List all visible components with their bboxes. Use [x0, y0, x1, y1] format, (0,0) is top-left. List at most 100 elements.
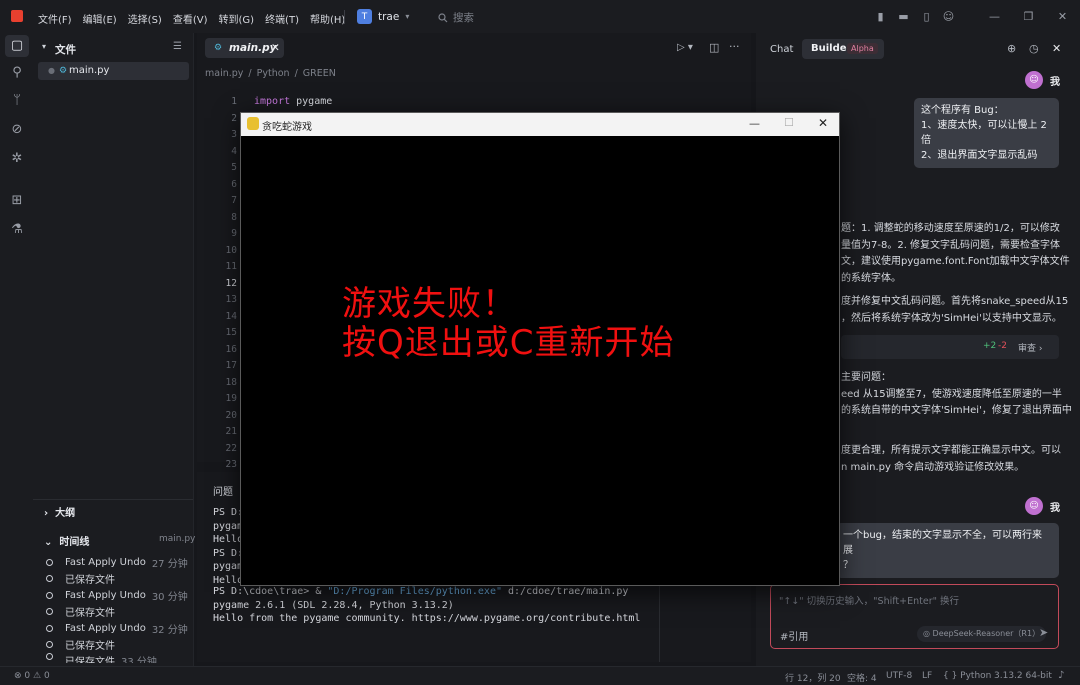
user-name: 我 [1050, 77, 1060, 88]
project-badge: T [357, 9, 372, 24]
send-icon[interactable]: ➤ [1039, 626, 1048, 639]
source-control-icon[interactable]: ᛘ [9, 93, 25, 109]
notifications-icon[interactable]: ♪ [1058, 670, 1064, 681]
game-over-text: 游戏失败！ 按Q退出或C重新开始 [342, 285, 675, 363]
minimize-icon[interactable]: — [749, 117, 760, 130]
tab-builder[interactable]: Builder Alpha [802, 39, 884, 59]
circle-icon [46, 558, 53, 566]
debug-icon[interactable]: ✲ [9, 151, 25, 167]
toggle-panel-icon[interactable]: ▬ [897, 10, 910, 23]
menu-help[interactable]: 帮助(H) [310, 11, 345, 26]
testing-icon[interactable]: ⚗ [9, 222, 25, 238]
search-icon[interactable]: ⚲ [9, 65, 25, 81]
close-icon[interactable]: ✕ [818, 116, 828, 130]
menu-select[interactable]: 选择(S) [128, 11, 162, 26]
menu-terminal[interactable]: 终端(T) [265, 11, 299, 26]
run-icon[interactable]: ▷ ▾ [677, 42, 693, 53]
circle-icon [46, 575, 53, 582]
timeline-section[interactable]: ⌄ 时间线 [44, 533, 89, 548]
new-chat-icon[interactable]: ⊕ [1007, 42, 1016, 55]
game-window-titlebar[interactable]: 贪吃蛇游戏 — ☐ ✕ [241, 113, 839, 136]
account-icon[interactable]: ☺ [942, 10, 955, 23]
breadcrumb-symbol[interactable]: GREEN [303, 68, 336, 79]
ai-message: 题：1. 调整蛇的移动速度至原速的1/2，可以修改 量值为7-8。2. 修复文字乱… [841, 223, 1070, 284]
timeline-item[interactable]: Fast Apply Undo 30 分钟 [46, 587, 191, 603]
code-line-1[interactable]: import pygame [254, 94, 332, 111]
history-icon[interactable]: ◷ [1029, 42, 1039, 55]
diff-card[interactable]: +2 -2 审查 › [841, 335, 1059, 359]
menu-goto[interactable]: 转到(G) [219, 11, 255, 26]
python-version[interactable]: 3.13.2 64-bit [994, 671, 1052, 681]
alpha-badge: Alpha [847, 43, 878, 54]
timeline-item-time: 27 分钟 [151, 558, 188, 570]
cite-button[interactable]: #引用 [780, 628, 808, 643]
builder-label: Builder [811, 43, 852, 54]
toggle-chat-icon[interactable]: ▯ [920, 10, 933, 23]
close-tab-icon[interactable]: ✕ [271, 38, 280, 58]
user-name: 我 [1050, 503, 1060, 514]
close-icon[interactable]: ✕ [1056, 10, 1069, 23]
status-bar: ⊗ 0 ⚠ 0 行 12，列 20 空格: 4 UTF-8 LF { } Pyt… [0, 666, 1080, 685]
collapse-chevron-icon[interactable]: ▾ [42, 42, 46, 51]
explorer-icon[interactable]: ▢ [5, 35, 29, 57]
timeline-item[interactable]: Fast Apply Undo 32 分钟 [46, 620, 191, 636]
breadcrumb-lang[interactable]: Python [257, 68, 290, 79]
toggle-sidebar-icon[interactable]: ▮ [874, 10, 887, 23]
breadcrumb: main.py / Python / GREEN [205, 68, 336, 79]
timeline-item-label: Fast Apply Undo [65, 589, 146, 601]
timeline-item[interactable]: 已保存文件 [46, 637, 191, 653]
terminal-line: Hello from the pygame community. https:/… [213, 613, 641, 624]
project-switcher[interactable]: T trae ▾ [357, 9, 409, 24]
outline-section[interactable]: › 大纲 [44, 504, 75, 519]
diff-additions: +2 [983, 341, 997, 351]
ai-summary: 主要问题： eed 从15调整至7，使游戏速度降低至原速的一半 的系统自带的中文字体… [841, 372, 1072, 416]
python-file-icon: ⚙ [214, 43, 223, 53]
timeline-item[interactable]: 已保存文件 [46, 604, 191, 620]
language-mode[interactable]: { } Python [943, 671, 991, 681]
more-actions-icon[interactable]: ··· [729, 40, 740, 53]
cursor-position[interactable]: 行 12，列 20 [785, 671, 841, 684]
menu-view[interactable]: 查看(V) [173, 11, 208, 26]
file-item-main-py[interactable]: ● ⚙ main.py [38, 62, 189, 80]
pygame-snake-icon [247, 117, 259, 130]
line-ending[interactable]: LF [922, 671, 932, 681]
diff-deletions: -2 [998, 341, 1007, 351]
python-file-icon: ⚙ [59, 66, 68, 76]
editor-tab-main-py[interactable]: ⚙ main.py ✕ [205, 38, 284, 58]
maximize-icon[interactable]: ❐ [1022, 10, 1035, 23]
split-editor-icon[interactable]: ◫ [709, 41, 719, 54]
minimize-icon[interactable]: — [988, 10, 1001, 23]
timeline-item[interactable]: Fast Apply Undo 27 分钟 [46, 554, 191, 570]
search-icon [438, 12, 448, 22]
menu-file[interactable]: 文件(F) [38, 11, 72, 26]
timeline-item[interactable]: 已保存文件 33 分钟 [46, 653, 191, 663]
indentation[interactable]: 空格: 4 [847, 671, 877, 684]
review-button[interactable]: 审查 › [1018, 341, 1042, 354]
timeline-item[interactable]: 已保存文件 [46, 571, 191, 587]
chat-input[interactable]: "↑↓" 切换历史输入，"Shift+Enter" 换行 #引用 ◎ DeepS… [770, 584, 1059, 649]
terminal-output[interactable]: PS D:\cdoe\trae> & "D:/Program Files/pyt… [213, 585, 640, 626]
user-avatar: ☺ [1025, 497, 1043, 515]
timeline-label: 时间线 [59, 537, 90, 548]
game-over-line1: 游戏失败！ [342, 284, 517, 324]
chevron-down-icon: ▾ [405, 12, 410, 21]
problems-status[interactable]: ⊗ 0 ⚠ 0 [14, 671, 50, 681]
tab-chat[interactable]: Chat [770, 44, 793, 55]
filter-icon[interactable]: ☰ [173, 41, 182, 52]
explorer-panel: ▾ 文件 ☰ ● ⚙ main.py › 大纲 ⌄ 时间线 main.py Fa… [33, 33, 195, 666]
menu-edit[interactable]: 编辑(E) [83, 11, 117, 26]
circle-icon [46, 641, 53, 648]
search-box[interactable]: 搜索 [438, 10, 474, 25]
extensions-icon[interactable]: ⊞ [9, 193, 25, 209]
user-message: 这个程序有 Bug： 1、速度太快，可以让慢上 2 倍 2、退出界面文字显示乱码 [914, 98, 1059, 168]
panel-tab-problems[interactable]: 问题 [213, 483, 233, 498]
encoding[interactable]: UTF-8 [886, 671, 912, 681]
game-window[interactable]: 贪吃蛇游戏 — ☐ ✕ 游戏失败！ 按Q退出或C重新开始 [240, 112, 840, 586]
breadcrumb-file[interactable]: main.py [205, 68, 243, 79]
maximize-icon[interactable]: ☐ [784, 116, 794, 129]
model-selector[interactable]: ◎ DeepSeek-Reasoner（R1） [917, 626, 1047, 642]
terminal-command: PS D:\cdoe\trae> & "D:/Program Files/pyt… [213, 586, 629, 597]
user-avatar: ☺ [1025, 71, 1043, 89]
remote-icon[interactable]: ⊘ [9, 122, 25, 138]
close-panel-icon[interactable]: ✕ [1052, 42, 1061, 55]
